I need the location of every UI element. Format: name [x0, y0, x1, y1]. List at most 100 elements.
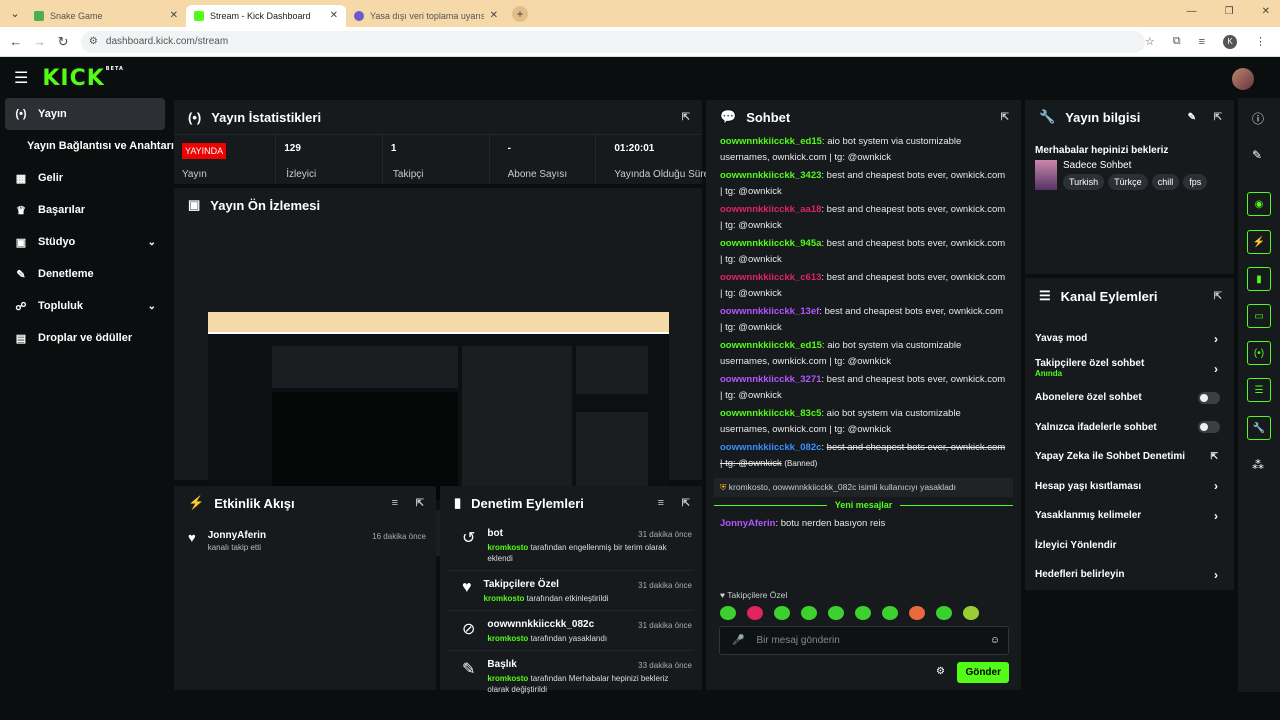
bookmark-star-icon[interactable]: ☆ [1145, 35, 1155, 48]
chat-username[interactable]: oowwnnkkiicckk_aa18 [720, 204, 821, 215]
action-followers-only[interactable]: Takipçilere özel sohbet Anında › [1025, 354, 1234, 384]
stats-widget-icon[interactable]: ◉ [1247, 192, 1271, 216]
emote-icon[interactable] [720, 606, 736, 620]
chat-username[interactable]: oowwnnkkiicckk_3271 [720, 374, 821, 385]
popout-icon[interactable]: ⇱ [1214, 291, 1222, 302]
popout-icon[interactable]: ⇱ [1001, 112, 1009, 123]
sidebar-item-moderation[interactable]: ✎ Denetleme [0, 258, 170, 290]
popout-icon[interactable]: ⇱ [416, 498, 424, 509]
sidebar-item-drops[interactable]: ▤ Droplar ve ödüller [0, 322, 170, 354]
emote-icon[interactable] [801, 606, 817, 620]
action-account-age[interactable]: Hesap yaşı kısıtlaması › [1025, 472, 1234, 502]
broadcast-widget-icon[interactable]: (•) [1247, 341, 1271, 365]
emote-icon[interactable] [909, 606, 925, 620]
sidebar-item-revenue[interactable]: ▦ Gelir [0, 162, 170, 194]
kick-logo[interactable]: KICKBETA [42, 66, 124, 91]
action-slow-mode[interactable]: Yavaş mod › [1025, 324, 1234, 354]
emote-icon[interactable] [828, 606, 844, 620]
back-icon[interactable]: ← [4, 34, 28, 49]
profile-avatar[interactable]: K [1223, 34, 1237, 49]
tab-search-button[interactable]: ⌄ [4, 5, 26, 23]
add-widget-icon[interactable]: ⁂ [1252, 458, 1264, 472]
title-edit-icon: ✎ [462, 661, 476, 678]
chat-widget-icon[interactable]: ▭ [1247, 304, 1271, 328]
close-window-icon[interactable]: ✕ [1262, 6, 1270, 17]
emote-icon[interactable] [855, 606, 871, 620]
site-info-icon[interactable]: ⚙ [89, 36, 98, 47]
url-field[interactable]: ⚙ dashboard.kick.com/stream [80, 30, 1145, 53]
minimize-icon[interactable]: — [1187, 6, 1197, 17]
toggle-switch[interactable] [1198, 421, 1220, 434]
popout-icon[interactable]: ⇱ [682, 498, 690, 509]
panel-title: Yayın bilgisi [1065, 109, 1141, 125]
emote-icon[interactable] [882, 606, 898, 620]
mod-log-item: ↺ bot kromkosto tarafından engellenmiş b… [448, 520, 694, 571]
popout-icon[interactable]: ⇱ [1214, 112, 1222, 123]
emoji-icon[interactable]: ☺ [990, 635, 1000, 646]
close-tab-icon[interactable]: ✕ [490, 10, 498, 21]
extensions-icon[interactable]: ⧉ [1173, 35, 1181, 48]
chat-username[interactable]: oowwnnkkiicckk_83c5 [720, 408, 821, 419]
browser-tab-2[interactable]: Yasa dışı veri toplama uyarısı - L ✕ [346, 5, 506, 27]
tag-list: Turkish Türkçe chill fps [1063, 174, 1208, 190]
chat-username[interactable]: oowwnnkkiicckk_945a [720, 238, 821, 249]
close-tab-icon[interactable]: ✕ [330, 10, 338, 21]
info-icon[interactable]: ⓘ [1252, 110, 1264, 127]
forward-icon[interactable]: → [28, 34, 52, 49]
wrench-widget-icon[interactable]: 🔧 [1247, 416, 1271, 440]
filter-icon[interactable]: ≡ [658, 497, 664, 509]
tag-chip: Turkish [1063, 174, 1105, 190]
send-button[interactable]: Gönder [957, 662, 1009, 683]
actions-widget-icon[interactable]: ☰ [1247, 378, 1271, 402]
close-tab-icon[interactable]: ✕ [170, 10, 178, 21]
reload-icon[interactable]: ↻ [51, 34, 75, 50]
chat-username[interactable]: oowwnnkkiicckk_13ef [720, 306, 819, 317]
browser-tab-0[interactable]: Snake Game ✕ [26, 5, 186, 27]
maximize-icon[interactable]: ❐ [1225, 6, 1234, 17]
sidebar-item-stream[interactable]: (•) Yayın [5, 98, 165, 130]
user-avatar[interactable] [1232, 68, 1254, 90]
action-goals[interactable]: Hedefleri belirleyin › [1025, 560, 1234, 590]
action-banned-words[interactable]: Yasaklanmış kelimeler › [1025, 501, 1234, 531]
sidebar-item-studio[interactable]: ▣ Stüdyo ⌄ [0, 226, 170, 258]
document-icon: ▮ [454, 495, 462, 510]
chat-username[interactable]: oowwnnkkiicckk_3423 [720, 170, 821, 181]
trophy-icon: ♛ [16, 204, 26, 217]
edit-pencil-icon[interactable]: ✎ [1252, 148, 1262, 162]
chat-input[interactable]: 🎤 Bir mesaj gönderin ☺ [719, 626, 1009, 655]
chat-username[interactable]: oowwnnkkiicckk_c613 [720, 272, 821, 283]
chat-username[interactable]: oowwnnkkiicckk_082c [720, 442, 821, 453]
stat-live: YAYINDA Yayın [174, 135, 277, 184]
mic-icon[interactable]: 🎤 [732, 635, 744, 646]
browser-tab-1[interactable]: Stream - Kick Dashboard ✕ [186, 4, 346, 27]
action-subscribers-only[interactable]: Abonelere özel sohbet [1025, 383, 1234, 413]
chat-username[interactable]: oowwnnkkiicckk_ed15 [720, 340, 822, 351]
browser-menu-icon[interactable]: ⋮ [1255, 35, 1266, 48]
preview-browser-bar [208, 312, 669, 334]
chat-message: oowwnnkkiicckk_c613: best and cheapest b… [720, 272, 1006, 299]
sidebar-item-achievements[interactable]: ♛ Başarılar [0, 194, 170, 226]
menu-icon[interactable]: ☰ [14, 68, 28, 88]
action-emote-only[interactable]: Yalnızca ifadelerle sohbet [1025, 413, 1234, 443]
new-tab-button[interactable]: + [512, 5, 528, 22]
chat-message: JonnyAferin: botu nerden basıyon reis [720, 518, 886, 529]
filter-icon[interactable]: ≡ [392, 497, 398, 509]
popout-icon[interactable]: ⇱ [682, 112, 690, 123]
emote-icon[interactable] [747, 606, 763, 620]
mod-log-item: ✎ Başlık kromkosto tarafından Merhabalar… [462, 659, 692, 694]
bolt-widget-icon[interactable]: ⚡ [1247, 230, 1271, 254]
stream-title: Merhabalar hepinizi bekleriz [1035, 145, 1169, 156]
chat-username[interactable]: oowwnnkkiicckk_ed15 [720, 136, 822, 147]
document-widget-icon[interactable]: ▮ [1247, 267, 1271, 291]
edit-pencil-icon[interactable]: ✎ [1188, 112, 1196, 123]
sidebar-item-stream-key[interactable]: Yayın Bağlantısı ve Anahtarı [0, 130, 174, 162]
sidebar-item-community[interactable]: ☍ Topluluk ⌄ [0, 290, 170, 322]
emote-icon[interactable] [936, 606, 952, 620]
action-ai-moderation[interactable]: Yapay Zeka ile Sohbet Denetimi ⇱ [1025, 442, 1234, 472]
reading-list-icon[interactable]: ≡ [1199, 36, 1205, 48]
settings-gear-icon[interactable]: ⚙ [936, 666, 945, 677]
emote-icon[interactable] [963, 606, 979, 620]
toggle-switch[interactable] [1198, 391, 1220, 404]
action-raid[interactable]: İzleyici Yönlendir [1025, 531, 1234, 561]
emote-icon[interactable] [774, 606, 790, 620]
